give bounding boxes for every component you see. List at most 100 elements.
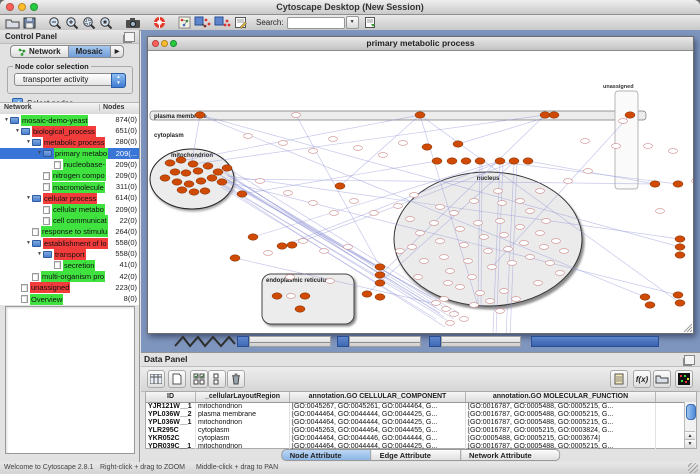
column-header[interactable]: annotation.GO CELLULAR_COMPONENT [290,392,466,402]
graph-node-nucleus[interactable] [450,312,459,317]
graph-node-orange[interactable] [172,179,182,185]
tab-overflow-arrow[interactable]: ▶ [111,45,125,58]
tree-item[interactable]: ▼transport558(0) [0,248,139,259]
tree-item[interactable]: ▼cellular process614(0) [0,192,139,203]
graph-node-orange[interactable] [193,168,203,174]
graph-node-small[interactable] [379,153,388,158]
expander-icon[interactable]: ▼ [36,249,43,260]
graph-node-orange[interactable] [195,112,205,118]
export-network-icon[interactable] [214,16,231,29]
matrix-icon[interactable] [675,370,693,388]
graph-node-nucleus[interactable] [500,289,509,294]
graph-node-nucleus[interactable] [456,285,465,290]
graph-node-orange[interactable] [181,170,191,176]
graph-node-small[interactable] [299,239,308,244]
graph-node-small[interactable] [564,179,573,184]
graph-node-orange[interactable] [673,181,683,187]
graph-node-nucleus[interactable] [496,219,505,224]
float-data-panel-icon[interactable] [684,355,695,365]
search-apply-icon[interactable] [364,16,377,29]
graph-node-nucleus[interactable] [416,231,425,236]
minimized-frame-icon[interactable] [237,336,249,347]
expander-icon[interactable]: ▼ [36,148,43,159]
minimized-frame-bar[interactable] [349,336,421,347]
expander-icon[interactable]: ▼ [25,137,32,148]
graph-node-nucleus[interactable] [436,239,445,244]
graph-node-small[interactable] [370,211,379,216]
graph-node-small[interactable] [669,149,678,154]
help-icon[interactable] [153,16,166,29]
graph-node-small[interactable] [619,119,628,124]
graph-node-nucleus[interactable] [560,249,569,254]
zoom-fit-icon[interactable] [99,16,113,29]
graph-node-orange[interactable] [375,272,385,278]
scrollbar-thumb[interactable] [686,404,696,420]
network-canvas[interactable]: plasma membrane cytoplasm mitochondrion … [148,51,693,333]
tree-item[interactable]: ▼primary metabo209(... [0,148,139,159]
graph-node-nucleus[interactable] [460,317,469,322]
delete-attributes-icon[interactable] [227,370,245,388]
graph-node-orange[interactable] [375,294,385,300]
tree-item[interactable]: ▼mosaic-demo-yeast874(0) [0,114,139,125]
formula-icon[interactable]: f(x) [633,370,651,388]
tree-item[interactable]: nitrogen compo209(0) [0,170,139,181]
column-header[interactable]: annotation.GO MOLECULAR_FUNCTION [466,392,656,402]
tree-item[interactable]: unassigned223(0) [0,282,139,293]
graph-node-nucleus[interactable] [526,255,535,260]
tree-item[interactable]: cell communicat22(0) [0,215,139,226]
network-view-frame[interactable]: primary metabolic process plasma membran… [147,36,694,334]
minimized-frame-bar[interactable] [441,336,521,347]
graph-node-nucleus[interactable] [480,235,489,240]
network-view-icon[interactable] [178,16,191,29]
graph-node-orange[interactable] [475,158,485,164]
graph-node-orange[interactable] [540,112,550,118]
graph-node-orange[interactable] [675,236,685,242]
graph-node-orange[interactable] [189,189,199,195]
frame-titlebar[interactable]: primary metabolic process [148,37,693,51]
graph-node-nucleus[interactable] [546,261,555,266]
table-row[interactable]: YKR052Ccytoplasm[GO:0044464, GO:0044446,… [146,435,696,443]
graph-node-small[interactable] [414,275,423,280]
graph-node-orange[interactable] [640,294,650,300]
minimized-frame-icon[interactable] [337,336,349,347]
minimized-frame-thumbnail[interactable] [174,335,236,348]
graph-node-small[interactable] [264,251,273,256]
graph-node-orange[interactable] [177,187,187,193]
graph-node-nucleus[interactable] [470,199,479,204]
graph-node-nucleus[interactable] [498,201,507,206]
graph-node-nucleus[interactable] [408,245,417,250]
graph-node-orange[interactable] [415,112,425,118]
graph-node-orange[interactable] [222,165,232,171]
graph-node-orange[interactable] [645,302,655,308]
graph-node-orange[interactable] [362,291,372,297]
graph-node-small[interactable] [612,144,621,149]
graph-node-orange[interactable] [453,141,463,147]
table-scrollbar[interactable]: ▲ ▼ [684,402,696,448]
graph-node-orange[interactable] [422,144,432,150]
select-attributes-icon[interactable] [190,370,208,388]
graph-node-nucleus[interactable] [460,243,469,248]
graph-node-nucleus[interactable] [440,255,449,260]
zoom-in-icon[interactable] [65,16,79,29]
graph-node-small[interactable] [286,275,295,280]
tree-item[interactable]: ▼biological_process651(0) [0,125,139,136]
graph-node-orange[interactable] [432,158,442,164]
graph-node-nucleus[interactable] [488,265,497,270]
graph-node-small[interactable] [394,204,403,209]
graph-node-orange[interactable] [200,188,210,194]
graph-node-nucleus[interactable] [536,231,545,236]
save-icon[interactable] [23,16,36,29]
column-header[interactable]: _cellularLayoutRegion [196,392,290,402]
frame-close-button[interactable] [152,40,159,47]
graph-node-small[interactable] [309,149,318,154]
graph-node-nucleus[interactable] [516,225,525,230]
graph-node-nucleus[interactable] [470,303,479,308]
float-panel-icon[interactable] [124,32,135,42]
table-row[interactable]: YPL036W__1mitochondrion[GO:0044464, GO:0… [146,419,696,427]
graph-node-small[interactable] [330,211,339,216]
expander-icon[interactable]: ▼ [14,126,21,137]
import-network-icon[interactable] [194,16,211,29]
graph-node-nucleus[interactable] [542,219,551,224]
tree-item[interactable]: cellular metabo209(0) [0,204,139,215]
graph-node-orange[interactable] [375,264,385,270]
